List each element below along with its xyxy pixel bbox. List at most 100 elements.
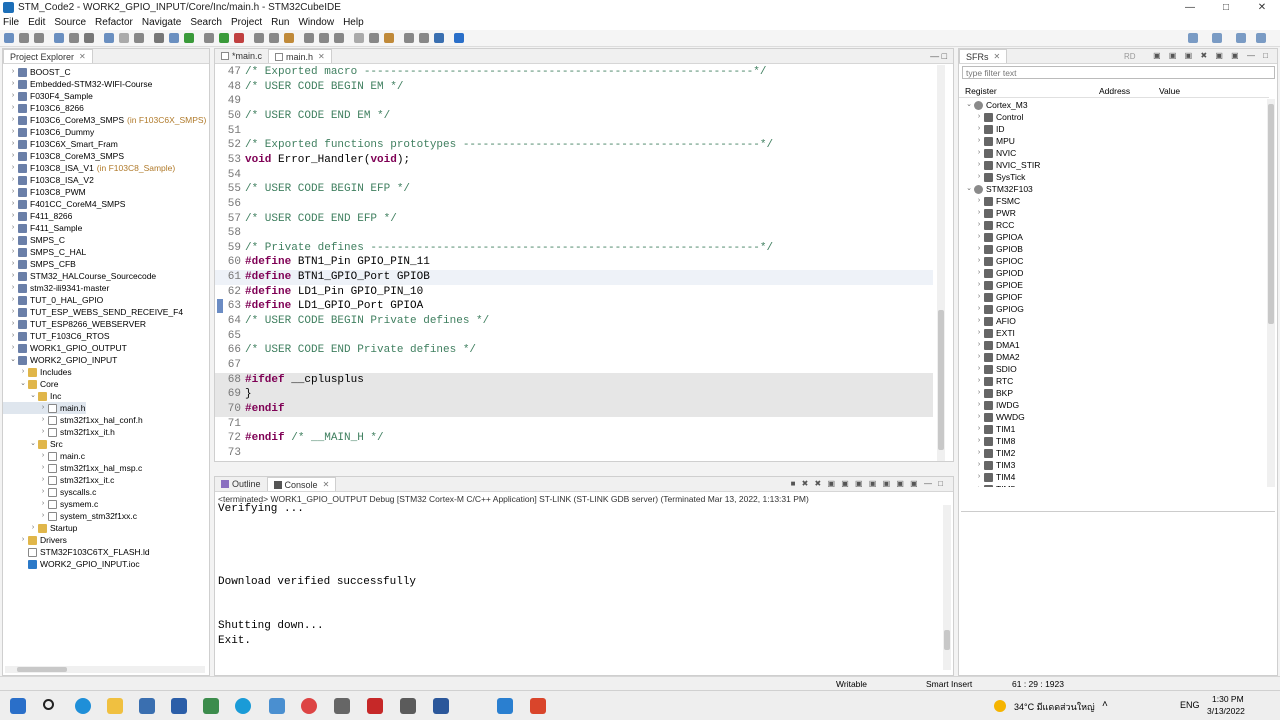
sfr-item[interactable]: › Control bbox=[959, 111, 1024, 123]
perspective-icon[interactable] bbox=[1236, 33, 1246, 43]
tree-item[interactable]: › F103C6X_Smart_Fram bbox=[3, 138, 118, 150]
store-icon[interactable] bbox=[139, 698, 155, 714]
word-icon[interactable] bbox=[433, 698, 449, 714]
chrome-icon[interactable] bbox=[301, 698, 317, 714]
toolbar-icon[interactable] bbox=[19, 33, 29, 43]
tree-item[interactable]: › Drivers bbox=[3, 534, 67, 546]
tree-item[interactable]: › TUT_ESP_WEBS_SEND_RECEIVE_F4 bbox=[3, 306, 183, 318]
tree-item[interactable]: › BOOST_C bbox=[3, 66, 71, 78]
horizontal-scrollbar[interactable] bbox=[5, 666, 205, 673]
chevron-right-icon[interactable]: › bbox=[975, 171, 983, 183]
toolbar-icon[interactable] bbox=[254, 33, 264, 43]
chevron-right-icon[interactable]: › bbox=[39, 426, 47, 438]
code-line[interactable]: 63 #define LD1_GPIO_Port GPIOA bbox=[215, 299, 933, 314]
sfr-item[interactable]: › GPIOF bbox=[959, 291, 1023, 303]
chevron-right-icon[interactable]: › bbox=[9, 78, 17, 90]
sfr-item[interactable]: ⌄ Cortex_M3 bbox=[959, 99, 1028, 111]
chevron-right-icon[interactable]: › bbox=[29, 522, 37, 534]
chevron-right-icon[interactable]: › bbox=[975, 279, 983, 291]
chevron-right-icon[interactable]: › bbox=[39, 498, 47, 510]
toolbar-icon[interactable] bbox=[84, 33, 94, 43]
chevron-right-icon[interactable]: › bbox=[975, 291, 983, 303]
tab-sfrs[interactable]: SFRs ✕ bbox=[959, 49, 1008, 64]
sfr-filter-input[interactable] bbox=[962, 66, 1275, 79]
code-line[interactable]: 50/* USER CODE END EM */ bbox=[215, 109, 933, 124]
chevron-right-icon[interactable]: › bbox=[9, 306, 17, 318]
menu-item-run[interactable]: Run bbox=[271, 17, 289, 28]
chevron-right-icon[interactable]: › bbox=[9, 234, 17, 246]
toolbar-icon[interactable] bbox=[334, 33, 344, 43]
code-line[interactable]: 61 #define BTN1_GPIO_Port GPIOB bbox=[215, 270, 933, 285]
chevron-right-icon[interactable]: › bbox=[9, 330, 17, 342]
file-explorer-icon[interactable] bbox=[107, 698, 123, 714]
sfr-item[interactable]: › TIM8 bbox=[959, 435, 1016, 447]
tree-item[interactable]: ⌄ Core bbox=[3, 378, 58, 390]
sfr-item[interactable]: › RCC bbox=[959, 219, 1015, 231]
code-line[interactable]: 72 #endif /* __MAIN_H */ bbox=[215, 431, 933, 446]
toolbar-icon[interactable] bbox=[234, 33, 244, 43]
sfr-item[interactable]: › MPU bbox=[959, 135, 1015, 147]
tree-item[interactable]: ⌄ WORK2_GPIO_INPUT bbox=[3, 354, 117, 366]
chevron-right-icon[interactable]: › bbox=[9, 198, 17, 210]
code-line[interactable]: 51 bbox=[215, 124, 933, 139]
chevron-down-icon[interactable]: ⌄ bbox=[29, 390, 37, 402]
chevron-right-icon[interactable]: › bbox=[975, 471, 983, 483]
close-tab-icon[interactable]: ✕ bbox=[994, 50, 1001, 64]
tree-item[interactable]: ⌄ Src bbox=[3, 438, 63, 450]
close-tab-icon[interactable]: ✕ bbox=[79, 50, 86, 64]
sfr-item[interactable]: › SysTick bbox=[959, 171, 1026, 183]
code-line[interactable]: 65 bbox=[215, 329, 933, 344]
toolbar-icon[interactable] bbox=[419, 33, 429, 43]
chevron-right-icon[interactable]: › bbox=[39, 462, 47, 474]
tree-item[interactable]: › TUT_ESP8266_WEBSERVER bbox=[3, 318, 146, 330]
chevron-down-icon[interactable]: ⌄ bbox=[9, 354, 17, 366]
chevron-right-icon[interactable]: › bbox=[9, 126, 17, 138]
menu-item-refactor[interactable]: Refactor bbox=[95, 17, 133, 28]
toolbar-icon[interactable] bbox=[104, 33, 114, 43]
editor-tab[interactable]: *main.c bbox=[215, 49, 268, 63]
chevron-right-icon[interactable]: › bbox=[975, 447, 983, 459]
code-line[interactable]: 59/* Private defines -------------------… bbox=[215, 241, 933, 256]
chevron-right-icon[interactable]: › bbox=[9, 150, 17, 162]
sfr-item[interactable]: › GPIOC bbox=[959, 255, 1024, 267]
toolbar-icon[interactable] bbox=[134, 33, 144, 43]
tree-item[interactable]: › main.c bbox=[3, 450, 85, 462]
chevron-right-icon[interactable]: › bbox=[39, 474, 47, 486]
tree-item[interactable]: › stm32-ili9341-master bbox=[3, 282, 110, 294]
sfr-item[interactable]: › TIM3 bbox=[959, 459, 1016, 471]
menu-item-search[interactable]: Search bbox=[190, 17, 222, 28]
tree-item[interactable]: › WORK1_GPIO_OUTPUT bbox=[3, 342, 127, 354]
chevron-right-icon[interactable]: › bbox=[9, 258, 17, 270]
ide-taskbar-icon[interactable] bbox=[497, 698, 513, 714]
code-line[interactable]: 49 bbox=[215, 94, 933, 109]
chevron-right-icon[interactable]: › bbox=[39, 450, 47, 462]
tree-item[interactable]: STM32F103C6TX_FLASH.ld bbox=[3, 546, 150, 558]
tree-item[interactable]: › STM32_HALCourse_Sourcecode bbox=[3, 270, 156, 282]
sfr-item[interactable]: › NVIC_STIR bbox=[959, 159, 1041, 171]
chevron-right-icon[interactable]: › bbox=[9, 270, 17, 282]
maximize-button[interactable]: □ bbox=[1208, 0, 1244, 15]
tree-item[interactable]: › SMPS_C bbox=[3, 234, 65, 246]
toolbar-icon[interactable] bbox=[184, 33, 194, 43]
code-line[interactable]: 53 void Error_Handler(void); bbox=[215, 153, 933, 168]
sfr-item[interactable]: › AFIO bbox=[959, 315, 1016, 327]
chevron-right-icon[interactable]: › bbox=[9, 246, 17, 258]
tree-item[interactable]: › SMPS_C_HAL bbox=[3, 246, 86, 258]
sfr-item[interactable]: ⌄ STM32F103 bbox=[959, 183, 1033, 195]
tree-item[interactable]: › F103C8_CoreM3_SMPS bbox=[3, 150, 124, 162]
code-line[interactable]: 57/* USER CODE END EFP */ bbox=[215, 212, 933, 227]
code-line[interactable]: 67 bbox=[215, 358, 933, 373]
sfr-vertical-scrollbar[interactable] bbox=[1267, 99, 1275, 487]
sfr-item[interactable]: › NVIC bbox=[959, 147, 1016, 159]
toolbar-icon[interactable] bbox=[369, 33, 379, 43]
toolbar-icon[interactable] bbox=[319, 33, 329, 43]
close-button[interactable]: ✕ bbox=[1244, 0, 1280, 15]
code-line[interactable]: 70 #endif bbox=[215, 401, 933, 417]
perspective-icon[interactable] bbox=[1256, 33, 1266, 43]
tree-item[interactable]: › F411_8266 bbox=[3, 210, 73, 222]
chevron-right-icon[interactable]: › bbox=[975, 375, 983, 387]
toolbar-icon[interactable] bbox=[304, 33, 314, 43]
chevron-right-icon[interactable]: › bbox=[9, 162, 17, 174]
chevron-right-icon[interactable]: › bbox=[9, 174, 17, 186]
chevron-right-icon[interactable]: › bbox=[975, 435, 983, 447]
